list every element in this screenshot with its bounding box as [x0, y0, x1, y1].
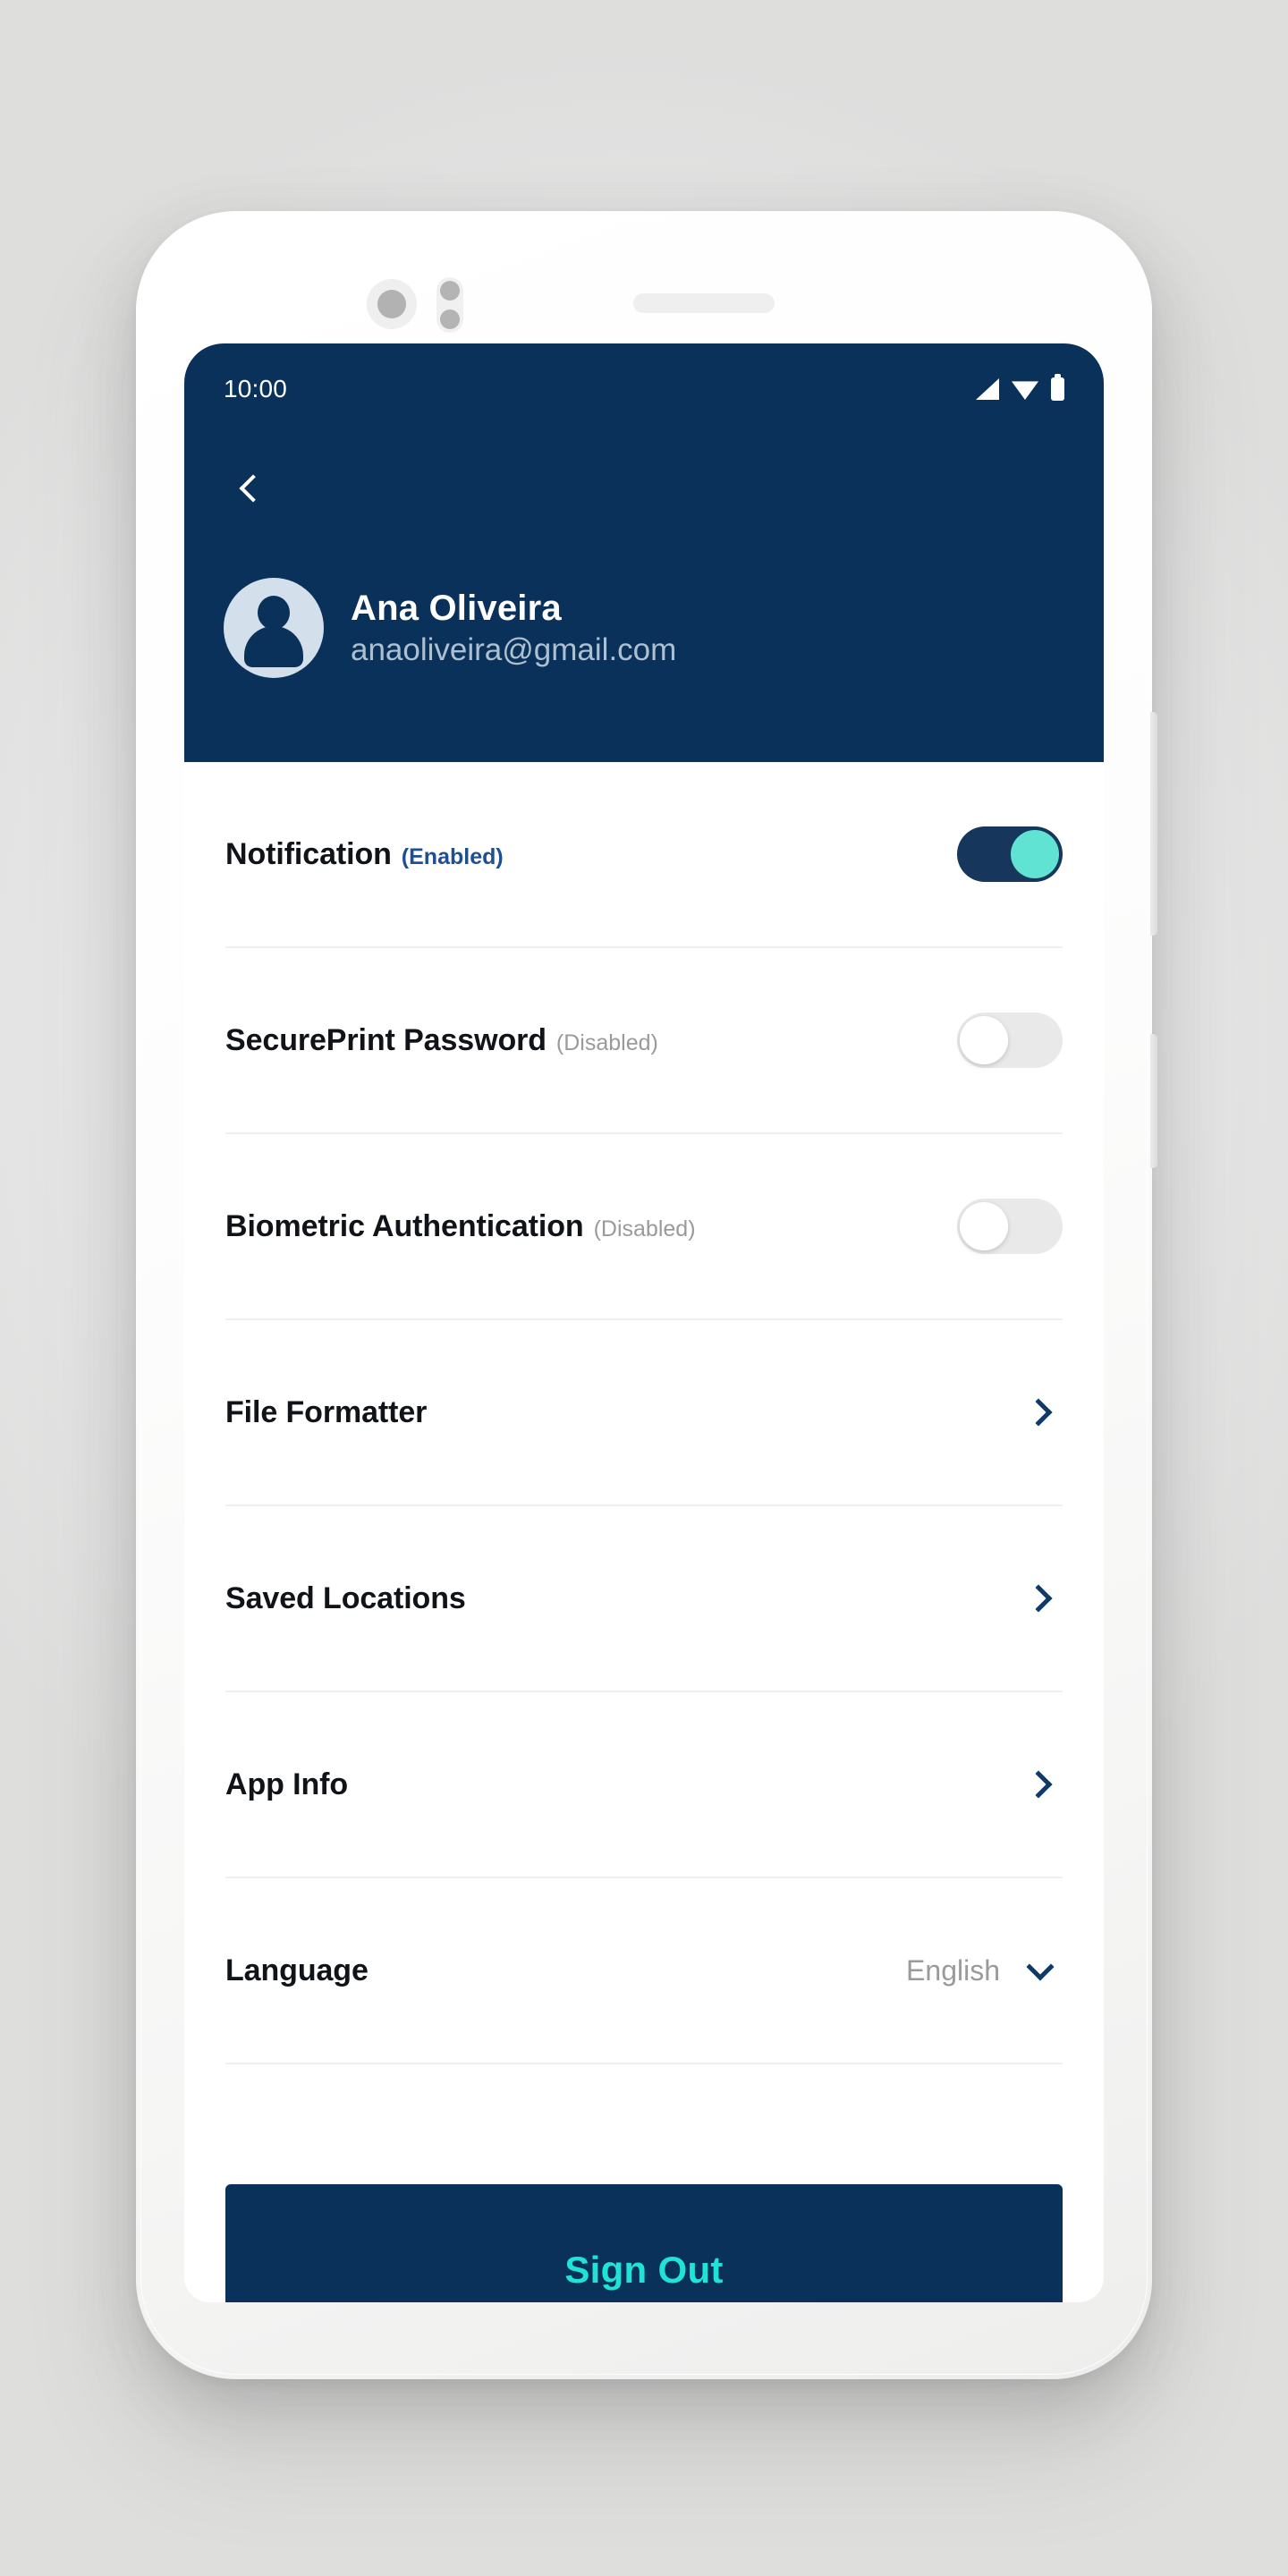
signal-icon: [976, 378, 999, 400]
device-hardware-row: [136, 277, 1152, 333]
settings-row-notification[interactable]: Notification (Enabled): [225, 762, 1063, 948]
status-bar-icons: [976, 374, 1064, 401]
chevron-down-icon[interactable]: [1026, 1953, 1055, 1981]
earpiece-speaker-icon: [633, 293, 775, 313]
row-label-group: App Info: [225, 1767, 348, 1802]
row-label-group: Biometric Authentication (Disabled): [225, 1209, 696, 1244]
front-camera-icon: [367, 279, 417, 329]
toggle-knob: [960, 1202, 1008, 1250]
row-label-group: Saved Locations: [225, 1581, 466, 1616]
chevron-right-icon[interactable]: [1024, 1398, 1053, 1427]
app-header: 10:00 Ana Oliveira anaoliveira@gmail.com: [184, 343, 1104, 762]
battery-icon: [1051, 374, 1064, 401]
toggle-knob: [1011, 830, 1059, 878]
notification-toggle[interactable]: [957, 826, 1063, 882]
chevron-right-icon[interactable]: [1024, 1770, 1053, 1799]
row-state-badge: (Disabled): [555, 1030, 658, 1055]
profile-name: Ana Oliveira: [351, 588, 562, 628]
settings-row-file-formatter[interactable]: File Formatter: [225, 1320, 1063, 1506]
profile-summary: Ana Oliveira anaoliveira@gmail.com: [224, 578, 676, 678]
phone-screen: 10:00 Ana Oliveira anaoliveira@gmail.com: [184, 343, 1104, 2302]
row-label-group: Language: [225, 1953, 369, 1988]
row-title: File Formatter: [225, 1394, 428, 1429]
language-selected-value: English: [906, 1953, 1000, 1987]
back-button[interactable]: [218, 456, 283, 521]
sensor-dot-top: [440, 281, 460, 301]
row-title: Language: [225, 1953, 369, 1987]
row-state-badge: (Enabled): [401, 843, 504, 869]
row-label-group: SecurePrint Password (Disabled): [225, 1023, 658, 1058]
power-button[interactable]: [1150, 1034, 1157, 1168]
settings-list: Notification (Enabled) SecurePrint Passw…: [184, 762, 1104, 2064]
row-title: Biometric Authentication: [225, 1208, 584, 1243]
user-avatar-icon: [224, 578, 324, 678]
chevron-right-icon[interactable]: [1024, 1584, 1053, 1613]
settings-row-secureprint-password[interactable]: SecurePrint Password (Disabled): [225, 948, 1063, 1134]
settings-row-biometric-authentication[interactable]: Biometric Authentication (Disabled): [225, 1134, 1063, 1320]
secureprint-password-toggle[interactable]: [957, 1013, 1063, 1068]
volume-button[interactable]: [1150, 712, 1157, 936]
profile-text-block: Ana Oliveira anaoliveira@gmail.com: [351, 589, 676, 668]
row-title: App Info: [225, 1767, 349, 1801]
chevron-left-icon: [239, 474, 267, 503]
phone-device-frame: 10:00 Ana Oliveira anaoliveira@gmail.com: [136, 211, 1157, 2379]
status-bar-time: 10:00: [224, 375, 288, 402]
sign-out-section: Sign Out: [184, 2064, 1104, 2302]
settings-row-saved-locations[interactable]: Saved Locations: [225, 1506, 1063, 1692]
row-label-group: File Formatter: [225, 1395, 427, 1430]
sign-out-button[interactable]: Sign Out: [225, 2184, 1063, 2302]
wifi-icon: [1012, 381, 1038, 400]
biometric-authentication-toggle[interactable]: [957, 1199, 1063, 1254]
row-title: Notification: [225, 836, 392, 871]
profile-email: anaoliveira@gmail.com: [351, 631, 677, 667]
status-bar: 10:00: [224, 343, 1064, 419]
sensor-dot-bottom: [440, 309, 460, 329]
row-state-badge: (Disabled): [593, 1216, 696, 1241]
settings-row-language[interactable]: Language English: [225, 1878, 1063, 2064]
proximity-sensor-icon: [436, 277, 463, 333]
language-value-group[interactable]: English: [906, 1953, 1063, 1987]
toggle-knob: [960, 1016, 1008, 1064]
settings-row-app-info[interactable]: App Info: [225, 1692, 1063, 1878]
row-label-group: Notification (Enabled): [225, 837, 504, 872]
row-title: SecurePrint Password: [225, 1022, 547, 1057]
row-title: Saved Locations: [225, 1580, 466, 1615]
